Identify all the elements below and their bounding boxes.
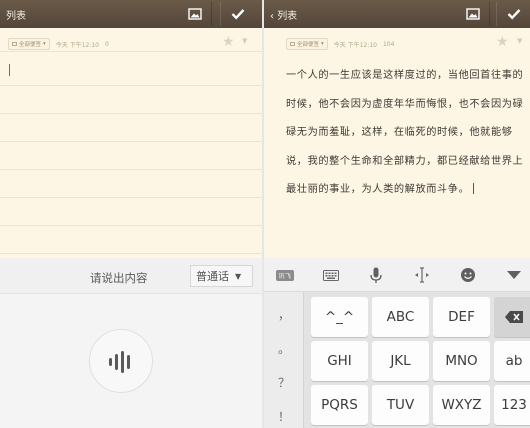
voice-input-button[interactable] bbox=[366, 258, 386, 292]
note-meta: 全部便签 ▾ 今天 下午12:10 0 bbox=[8, 38, 109, 50]
image-icon bbox=[187, 8, 202, 20]
collapse-keyboard-button[interactable] bbox=[504, 258, 524, 292]
note-char-count: 0 bbox=[104, 40, 109, 48]
key-def[interactable]: DEF bbox=[433, 297, 490, 337]
key-jkl[interactable]: JKL bbox=[372, 341, 429, 381]
keyboard-switch-button[interactable] bbox=[320, 258, 342, 292]
emoji-button[interactable] bbox=[458, 258, 478, 292]
key-ghi[interactable]: GHI bbox=[311, 341, 368, 381]
note-char-count: 104 bbox=[382, 40, 395, 48]
ime-toolbar: 讯飞 bbox=[264, 258, 530, 292]
punct-key-exclaim[interactable]: ！ bbox=[264, 408, 304, 425]
key-wxyz[interactable]: WXYZ bbox=[433, 385, 490, 425]
note-line: 说，我的整个生命和全部精力，都已经献给世界上 bbox=[286, 155, 524, 167]
note-line: 碌无为而羞耻，这样，在临死的时候，他就能够 bbox=[286, 127, 513, 138]
voice-prompt: 请说出内容 bbox=[90, 271, 148, 285]
left-screen: 列表 全部便签 ▾ 今天 下午12:10 0 ★ ▼ 请说出内容 普通话 ▼ bbox=[0, 0, 262, 428]
note-timestamp: 今天 下午12:10 bbox=[55, 41, 99, 49]
punct-key-question[interactable]: ？ bbox=[264, 374, 304, 391]
list-back-button[interactable]: ‹ 列表 bbox=[270, 7, 297, 22]
chevron-left-icon: ‹ bbox=[270, 11, 274, 22]
note-editor[interactable]: 全部便签 ▾ 今天 下午12:10 104 ★ ▼ 一个人的一生应该是这样度过的… bbox=[264, 28, 530, 258]
text-caret bbox=[473, 183, 475, 194]
key-numbers-switch[interactable]: 123 bbox=[494, 385, 530, 425]
voice-header: 请说出内容 普通话 ▼ bbox=[0, 258, 262, 294]
key-pqrs[interactable]: PQRS bbox=[311, 385, 368, 425]
insert-image-button[interactable] bbox=[456, 2, 490, 26]
checkmark-icon bbox=[231, 9, 244, 20]
star-icon[interactable]: ★ bbox=[496, 34, 509, 50]
note-line-last: 最壮丽的事业，为人类的解放而斗争。 bbox=[286, 176, 526, 205]
star-icon[interactable]: ★ bbox=[222, 34, 235, 50]
punct-key-comma[interactable]: ， bbox=[264, 306, 304, 323]
dropdown-arrow-icon: ▼ bbox=[235, 271, 242, 281]
checkmark-icon bbox=[507, 9, 520, 20]
note-body[interactable]: 一个人的一生应该是这样度过的，当他回首往事的 时候，他不会因为虚度年华而悔恨，也… bbox=[286, 62, 526, 205]
folder-icon bbox=[290, 42, 295, 46]
list-back-button[interactable]: 列表 bbox=[6, 7, 26, 22]
right-screen: ‹ 列表 全部便签 ▾ 今天 下午12:10 104 ★ ▼ 一个人的一生应该是… bbox=[264, 0, 530, 428]
punctuation-column: ， 。 ？ ！ bbox=[264, 292, 304, 428]
category-chip[interactable]: 全部便签 ▾ bbox=[286, 38, 328, 50]
backspace-key[interactable] bbox=[494, 297, 530, 337]
key-letters-switch[interactable]: ab bbox=[494, 341, 530, 381]
category-chip[interactable]: 全部便签 ▾ bbox=[8, 38, 50, 50]
folder-icon bbox=[12, 42, 17, 46]
key-emoticon[interactable]: ^_^ bbox=[311, 297, 368, 337]
chevron-down-icon: ▾ bbox=[321, 41, 324, 47]
note-line: 一个人的一生应该是这样度过的，当他回首往事的 bbox=[286, 70, 524, 81]
t9-keyboard: ， 。 ？ ！ ^_^ ABC DEF GHI JKL MNO ab PQRS … bbox=[264, 292, 530, 428]
keyboard-icon bbox=[323, 269, 339, 281]
note-timestamp: 今天 下午12:10 bbox=[333, 41, 377, 49]
voice-wave-icon bbox=[109, 351, 130, 373]
emoji-icon bbox=[461, 268, 475, 282]
language-select[interactable]: 普通话 ▼ bbox=[190, 265, 253, 287]
top-bar: ‹ 列表 bbox=[264, 0, 530, 28]
microphone-icon bbox=[370, 267, 382, 283]
note-editor[interactable]: 全部便签 ▾ 今天 下午12:10 0 ★ ▼ bbox=[0, 28, 262, 258]
key-mno[interactable]: MNO bbox=[433, 341, 490, 381]
done-button[interactable] bbox=[220, 2, 254, 26]
done-button[interactable] bbox=[496, 2, 530, 26]
ime-logo: 讯飞 bbox=[276, 269, 294, 281]
chevron-down-icon[interactable]: ▼ bbox=[242, 37, 247, 45]
punct-key-period[interactable]: 。 bbox=[264, 340, 304, 357]
key-tuv[interactable]: TUV bbox=[372, 385, 429, 425]
image-icon bbox=[465, 8, 480, 20]
text-caret bbox=[9, 64, 10, 76]
top-bar: 列表 bbox=[0, 0, 262, 28]
cursor-move-button[interactable] bbox=[412, 258, 432, 292]
backspace-icon bbox=[505, 311, 523, 323]
key-abc[interactable]: ABC bbox=[372, 297, 429, 337]
ime-logo-button[interactable]: 讯飞 bbox=[274, 258, 296, 292]
collapse-triangle-icon bbox=[507, 271, 521, 279]
chevron-down-icon[interactable]: ▼ bbox=[517, 37, 522, 45]
note-line: 时候，他不会因为虚度年华而悔恨，也不会因为碌 bbox=[286, 98, 524, 110]
cursor-move-icon bbox=[415, 267, 429, 283]
note-meta: 全部便签 ▾ 今天 下午12:10 104 bbox=[286, 38, 394, 50]
insert-image-button[interactable] bbox=[178, 2, 212, 26]
chevron-down-icon: ▾ bbox=[43, 41, 46, 47]
